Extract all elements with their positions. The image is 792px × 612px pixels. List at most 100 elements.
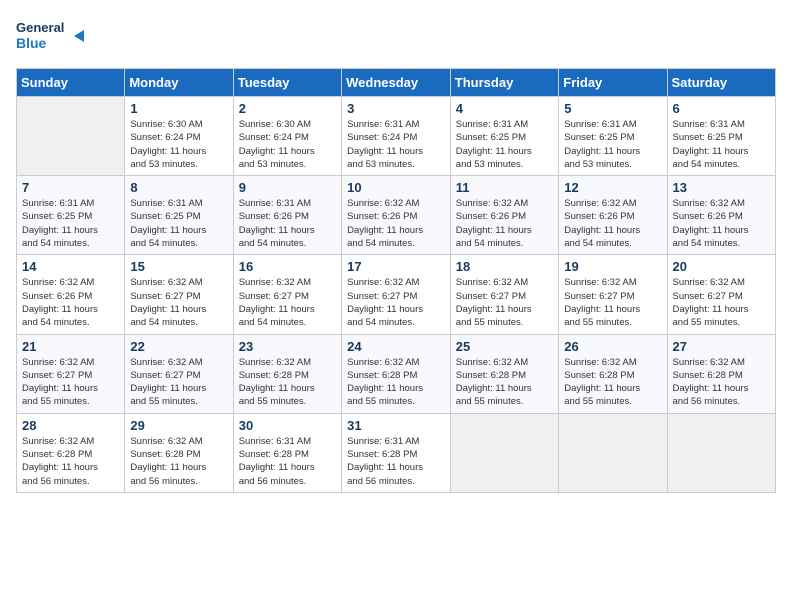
day-info: Sunrise: 6:32 AM Sunset: 6:28 PM Dayligh…: [456, 356, 553, 409]
day-info: Sunrise: 6:32 AM Sunset: 6:28 PM Dayligh…: [564, 356, 661, 409]
calendar-cell: 8Sunrise: 6:31 AM Sunset: 6:25 PM Daylig…: [125, 176, 233, 255]
calendar-cell: 2 Sunrise: 6:30 AM Sunset: 6:24 PM Daylig…: [233, 97, 341, 176]
logo-svg: General Blue: [16, 16, 86, 56]
day-number: 15: [130, 259, 227, 274]
day-info: Sunrise: 6:32 AM Sunset: 6:28 PM Dayligh…: [347, 356, 445, 409]
day-info: Sunrise: 6:31 AM Sunset: 6:25 PM Dayligh…: [130, 197, 227, 250]
svg-text:General: General: [16, 20, 64, 35]
day-info: Sunrise: 6:32 AM Sunset: 6:27 PM Dayligh…: [673, 276, 770, 329]
day-number: 29: [130, 418, 227, 433]
calendar-cell: 11 Sunrise: 6:32 AM Sunset: 6:26 PM Dayli…: [450, 176, 558, 255]
day-info: Sunrise: 6:31 AM Sunset: 6:25 PM Dayligh…: [564, 118, 661, 171]
day-info: Sunrise: 6:32 AM Sunset: 6:27 PM Dayligh…: [130, 276, 227, 329]
day-number: 2: [239, 101, 336, 116]
day-number: 7: [22, 180, 119, 195]
day-number: 6: [673, 101, 770, 116]
day-info: Sunrise: 6:32 AM Sunset: 6:26 PM Dayligh…: [22, 276, 119, 329]
calendar-cell: 7 Sunrise: 6:31 AM Sunset: 6:25 PM Daylig…: [17, 176, 125, 255]
calendar-cell: 14 Sunrise: 6:32 AM Sunset: 6:26 PM Dayli…: [17, 255, 125, 334]
calendar-cell: 5Sunrise: 6:31 AM Sunset: 6:25 PM Daylig…: [559, 97, 667, 176]
day-number: 27: [673, 339, 770, 354]
weekday-header: Wednesday: [342, 69, 451, 97]
day-number: 9: [239, 180, 336, 195]
day-info: Sunrise: 6:32 AM Sunset: 6:26 PM Dayligh…: [564, 197, 661, 250]
day-number: 16: [239, 259, 336, 274]
calendar-cell: 1 Sunrise: 6:30 AM Sunset: 6:24 PM Daylig…: [125, 97, 233, 176]
day-number: 14: [22, 259, 119, 274]
calendar-cell: 19 Sunrise: 6:32 AM Sunset: 6:27 PM Dayli…: [559, 255, 667, 334]
day-number: 30: [239, 418, 336, 433]
calendar-cell: [667, 413, 775, 492]
calendar-cell: 26 Sunrise: 6:32 AM Sunset: 6:28 PM Dayli…: [559, 334, 667, 413]
calendar-cell: [450, 413, 558, 492]
day-info: Sunrise: 6:30 AM Sunset: 6:24 PM Dayligh…: [239, 118, 336, 171]
calendar-cell: 27 Sunrise: 6:32 AM Sunset: 6:28 PM Dayli…: [667, 334, 775, 413]
day-number: 11: [456, 180, 553, 195]
day-number: 20: [673, 259, 770, 274]
weekday-header: Tuesday: [233, 69, 341, 97]
day-number: 31: [347, 418, 445, 433]
day-info: Sunrise: 6:32 AM Sunset: 6:26 PM Dayligh…: [673, 197, 770, 250]
svg-text:Blue: Blue: [16, 35, 47, 51]
day-info: Sunrise: 6:32 AM Sunset: 6:28 PM Dayligh…: [239, 356, 336, 409]
day-number: 18: [456, 259, 553, 274]
calendar-cell: 22 Sunrise: 6:32 AM Sunset: 6:27 PM Dayli…: [125, 334, 233, 413]
calendar-cell: 31Sunrise: 6:31 AM Sunset: 6:28 PM Dayli…: [342, 413, 451, 492]
calendar-week-row: 21 Sunrise: 6:32 AM Sunset: 6:27 PM Dayli…: [17, 334, 776, 413]
day-info: Sunrise: 6:32 AM Sunset: 6:27 PM Dayligh…: [347, 276, 445, 329]
day-info: Sunrise: 6:31 AM Sunset: 6:26 PM Dayligh…: [239, 197, 336, 250]
day-number: 12: [564, 180, 661, 195]
day-info: Sunrise: 6:31 AM Sunset: 6:24 PM Dayligh…: [347, 118, 445, 171]
calendar-cell: 13 Sunrise: 6:32 AM Sunset: 6:26 PM Dayli…: [667, 176, 775, 255]
day-number: 17: [347, 259, 445, 274]
day-info: Sunrise: 6:31 AM Sunset: 6:28 PM Dayligh…: [239, 435, 336, 488]
logo: General Blue: [16, 16, 86, 56]
header: General Blue: [16, 16, 776, 56]
calendar-week-row: 7 Sunrise: 6:31 AM Sunset: 6:25 PM Daylig…: [17, 176, 776, 255]
weekday-header: Sunday: [17, 69, 125, 97]
day-number: 4: [456, 101, 553, 116]
weekday-header: Friday: [559, 69, 667, 97]
day-info: Sunrise: 6:30 AM Sunset: 6:24 PM Dayligh…: [130, 118, 227, 171]
calendar-header-row: SundayMondayTuesdayWednesdayThursdayFrid…: [17, 69, 776, 97]
day-number: 21: [22, 339, 119, 354]
day-number: 23: [239, 339, 336, 354]
calendar-cell: 12 Sunrise: 6:32 AM Sunset: 6:26 PM Dayli…: [559, 176, 667, 255]
calendar-cell: 21 Sunrise: 6:32 AM Sunset: 6:27 PM Dayli…: [17, 334, 125, 413]
day-number: 26: [564, 339, 661, 354]
day-info: Sunrise: 6:31 AM Sunset: 6:25 PM Dayligh…: [22, 197, 119, 250]
weekday-header: Monday: [125, 69, 233, 97]
calendar-cell: 9 Sunrise: 6:31 AM Sunset: 6:26 PM Daylig…: [233, 176, 341, 255]
calendar-cell: 24 Sunrise: 6:32 AM Sunset: 6:28 PM Dayli…: [342, 334, 451, 413]
weekday-header: Thursday: [450, 69, 558, 97]
calendar-week-row: 14 Sunrise: 6:32 AM Sunset: 6:26 PM Dayli…: [17, 255, 776, 334]
day-number: 10: [347, 180, 445, 195]
calendar-cell: 4Sunrise: 6:31 AM Sunset: 6:25 PM Daylig…: [450, 97, 558, 176]
day-info: Sunrise: 6:32 AM Sunset: 6:27 PM Dayligh…: [564, 276, 661, 329]
day-info: Sunrise: 6:32 AM Sunset: 6:26 PM Dayligh…: [456, 197, 553, 250]
calendar-week-row: 1 Sunrise: 6:30 AM Sunset: 6:24 PM Daylig…: [17, 97, 776, 176]
day-number: 1: [130, 101, 227, 116]
calendar-cell: 15 Sunrise: 6:32 AM Sunset: 6:27 PM Dayli…: [125, 255, 233, 334]
calendar-week-row: 28Sunrise: 6:32 AM Sunset: 6:28 PM Dayli…: [17, 413, 776, 492]
day-number: 24: [347, 339, 445, 354]
calendar-cell: 6Sunrise: 6:31 AM Sunset: 6:25 PM Daylig…: [667, 97, 775, 176]
calendar-cell: [17, 97, 125, 176]
page-container: General Blue SundayMondayTuesdayWednesda…: [0, 0, 792, 501]
day-number: 13: [673, 180, 770, 195]
calendar-cell: [559, 413, 667, 492]
day-info: Sunrise: 6:32 AM Sunset: 6:27 PM Dayligh…: [239, 276, 336, 329]
day-number: 22: [130, 339, 227, 354]
calendar-cell: 30 Sunrise: 6:31 AM Sunset: 6:28 PM Dayli…: [233, 413, 341, 492]
day-info: Sunrise: 6:32 AM Sunset: 6:26 PM Dayligh…: [347, 197, 445, 250]
day-number: 25: [456, 339, 553, 354]
day-number: 19: [564, 259, 661, 274]
day-info: Sunrise: 6:32 AM Sunset: 6:27 PM Dayligh…: [130, 356, 227, 409]
day-info: Sunrise: 6:32 AM Sunset: 6:27 PM Dayligh…: [22, 356, 119, 409]
day-info: Sunrise: 6:32 AM Sunset: 6:28 PM Dayligh…: [673, 356, 770, 409]
calendar-cell: 17 Sunrise: 6:32 AM Sunset: 6:27 PM Dayli…: [342, 255, 451, 334]
calendar-cell: 29Sunrise: 6:32 AM Sunset: 6:28 PM Dayli…: [125, 413, 233, 492]
calendar-cell: 10 Sunrise: 6:32 AM Sunset: 6:26 PM Dayli…: [342, 176, 451, 255]
day-number: 3: [347, 101, 445, 116]
day-number: 28: [22, 418, 119, 433]
